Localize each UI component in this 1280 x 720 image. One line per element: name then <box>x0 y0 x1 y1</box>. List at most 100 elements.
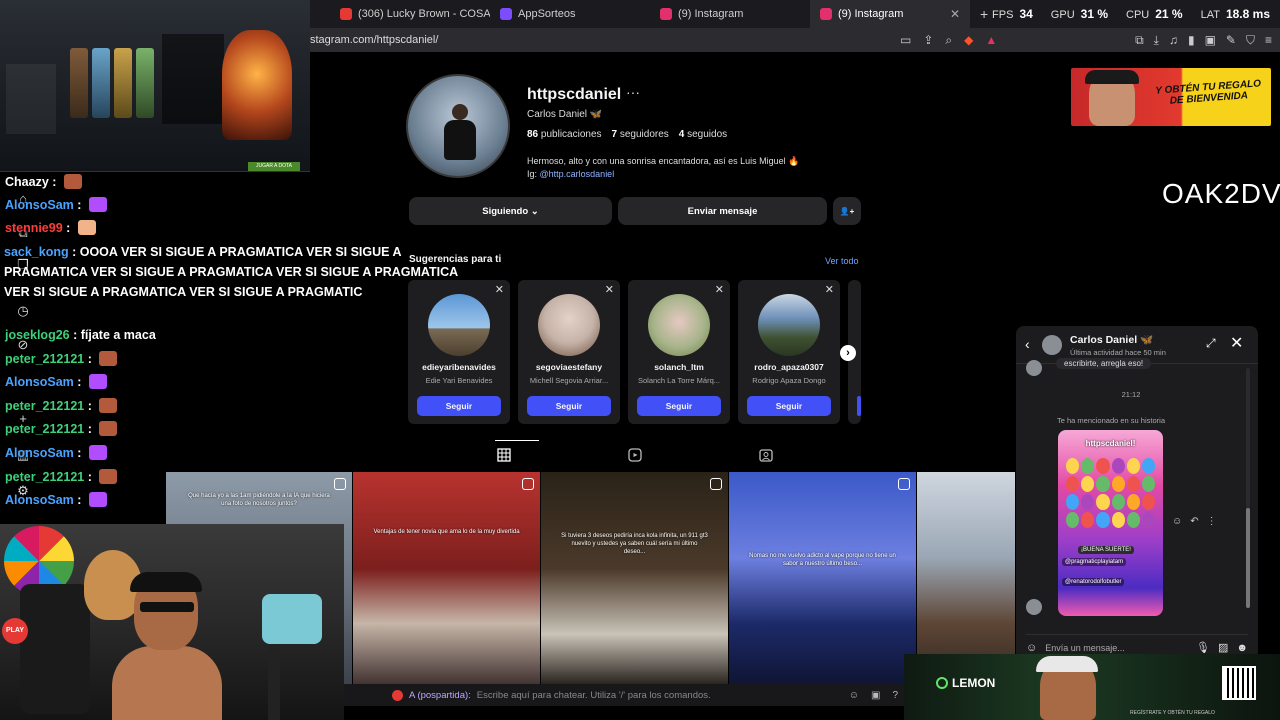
active-tab-indicator <box>495 440 539 441</box>
help-icon[interactable]: ? <box>892 690 898 701</box>
post-tile[interactable]: Nomas no me vuelvo adicto al vape porque… <box>729 472 916 688</box>
suggestion-avatar[interactable] <box>758 294 820 356</box>
slot-grid <box>1066 458 1155 528</box>
chat-username[interactable]: Chaazy <box>5 175 49 189</box>
posts-grid-icon[interactable] <box>497 448 511 462</box>
close-icon[interactable]: ✕ <box>1230 333 1243 353</box>
app-icon <box>500 8 512 20</box>
dismiss-icon[interactable]: ✕ <box>715 283 724 296</box>
webcam-feed: PLAY <box>0 524 344 720</box>
zoom-icon[interactable]: ⌕ <box>945 33 952 48</box>
extensions-icon[interactable]: ✎ <box>1226 33 1236 47</box>
story-banner: ¡BUENA SUERTE! <box>1078 546 1134 554</box>
url-field[interactable]: stagram.com/httpscdaniel/ <box>310 28 438 52</box>
chat-message: AlonsoSam : <box>5 195 107 215</box>
dm-previous-message: escribirte, arregla eso! <box>1056 358 1152 369</box>
see-all-link[interactable]: Ver todo <box>825 256 859 266</box>
chat-username[interactable]: peter_212121 <box>5 422 84 436</box>
add-person-icon[interactable]: 👤+ <box>833 197 861 225</box>
music-icon[interactable]: ♫ <box>1169 33 1178 47</box>
promo-banner[interactable]: Y OBTÉN TU REGALO DE BIENVENIDA <box>1071 68 1271 126</box>
more-options-icon[interactable]: ··· <box>626 84 640 100</box>
sidebar-icon[interactable]: ▮ <box>1188 33 1195 47</box>
dm-contact-name[interactable]: Carlos Daniel 🦋 <box>1070 333 1153 346</box>
suggestion-username[interactable]: solanch_ltm <box>628 362 730 372</box>
reel-icon <box>710 478 722 490</box>
suggestion-username[interactable]: rodro_apaza0307 <box>738 362 840 372</box>
bio-link[interactable]: @http.carlosdaniel <box>540 169 615 179</box>
chat-separator: : <box>84 422 96 436</box>
stream-chat-input[interactable]: A (pospartida): Escribe aquí para chatea… <box>344 684 904 706</box>
emoji-react-icon[interactable]: ☺ <box>1172 516 1182 527</box>
sticker-icon[interactable]: ☻ <box>1236 642 1248 654</box>
dm-avatar[interactable] <box>1042 335 1062 355</box>
tagged-icon[interactable] <box>759 448 773 462</box>
sponsor-banner[interactable]: LEMON REGÍSTRATE Y OBTÉN TU REGALO <box>904 654 1280 720</box>
expand-icon[interactable]: ⤢ <box>1206 336 1216 351</box>
wallet-icon[interactable]: ▣ <box>1205 33 1216 47</box>
chat-username[interactable]: AlonsoSam <box>5 198 74 212</box>
profile-avatar[interactable] <box>406 74 510 178</box>
following-stat[interactable]: 4 seguidos <box>679 129 727 140</box>
post-tile[interactable]: Si tuviera 3 deseos pediría inca kola in… <box>541 472 728 688</box>
dismiss-icon[interactable]: ✕ <box>495 283 504 296</box>
emote-icon <box>88 492 107 507</box>
tab-appsorteos[interactable]: AppSorteos <box>490 0 650 28</box>
microphone <box>262 594 322 644</box>
emoji-icon[interactable]: ☺ <box>849 690 859 701</box>
user-avatar <box>392 689 403 701</box>
share-icon[interactable]: ⇪ <box>923 33 933 47</box>
dismiss-icon[interactable]: ✕ <box>825 283 834 296</box>
screen-icon[interactable]: ▭ <box>900 33 911 47</box>
reels-icon[interactable] <box>628 448 642 462</box>
back-icon[interactable]: ‹ <box>1025 336 1030 352</box>
tab-search-icon[interactable]: ⧉ <box>1135 33 1144 48</box>
hero-portrait <box>70 48 88 118</box>
toolbar-icons: ⧉ ⤓ ♫ ▮ ▣ ✎ ⛉ ≡ <box>1135 28 1272 52</box>
chat-username[interactable]: AlonsoSam <box>5 446 74 460</box>
send-message-button[interactable]: Enviar mensaje <box>618 197 827 225</box>
brave-shield-icon[interactable]: ◆ <box>964 33 973 47</box>
reply-icon[interactable]: ↶ <box>1190 516 1198 527</box>
chat-separator: : <box>69 328 81 342</box>
rewards-icon[interactable]: ▲ <box>985 33 997 47</box>
chat-username[interactable]: peter_212121 <box>5 399 84 413</box>
chat-username[interactable]: peter_212121 <box>5 470 84 484</box>
followers-stat[interactable]: 7 seguidores <box>612 129 669 140</box>
story-mention-preview[interactable]: httpscdaniel! ¡BUENA SUERTE! @pragmaticp… <box>1058 430 1163 616</box>
microphone-icon[interactable]: 🎙 <box>1196 641 1210 654</box>
suggestion-username[interactable]: segoviaestefany <box>518 362 620 372</box>
vpn-icon[interactable]: ⛉ <box>1246 33 1255 48</box>
chat-username[interactable]: AlonsoSam <box>5 493 74 507</box>
chat-settings-icon[interactable]: ▣ <box>871 690 880 701</box>
qr-code-icon[interactable] <box>1222 666 1256 700</box>
chat-username[interactable]: AlonsoSam <box>5 375 74 389</box>
dismiss-icon[interactable]: ✕ <box>605 283 614 296</box>
tab-instagram-1[interactable]: (9) Instagram <box>650 0 810 28</box>
emoji-icon[interactable]: ☺ <box>1026 642 1037 654</box>
image-icon[interactable]: ▨ <box>1218 641 1228 654</box>
menu-icon[interactable]: ≡ <box>1265 33 1272 47</box>
profile-bio: Hermoso, alto y con una sonrisa encantad… <box>527 155 799 181</box>
dm-scrollbar[interactable] <box>1246 368 1250 608</box>
close-tab-icon[interactable]: ✕ <box>950 7 960 21</box>
hero-model <box>222 30 292 140</box>
play-dota-button[interactable]: JUGAR A DOTA <box>248 162 300 171</box>
chat-separator: : <box>68 245 80 259</box>
next-arrow-icon[interactable]: › <box>840 345 856 361</box>
chat-username[interactable]: stennie99 <box>5 221 63 235</box>
suggestion-avatar[interactable] <box>648 294 710 356</box>
game-sidebar <box>6 64 56 134</box>
chat-username[interactable]: joseklog26 <box>5 328 70 342</box>
tab-instagram-active[interactable]: (9) Instagram ✕ <box>810 0 970 28</box>
tab-label: (9) Instagram <box>838 8 904 20</box>
download-icon[interactable]: ⤓ <box>1154 33 1159 48</box>
chat-username[interactable]: peter_212121 <box>5 352 84 366</box>
tab-youtube[interactable]: (306) Lucky Brown - COSA LINDA <box>330 0 490 28</box>
cpu-value: 21 % <box>1155 7 1183 21</box>
suggestion-avatar[interactable] <box>538 294 600 356</box>
story-tag: @pragmaticplayiatam <box>1062 558 1127 566</box>
more-icon[interactable]: ⋮ <box>1207 516 1217 527</box>
emote-icon <box>88 197 107 212</box>
chat-username[interactable]: sack_kong <box>4 245 69 259</box>
